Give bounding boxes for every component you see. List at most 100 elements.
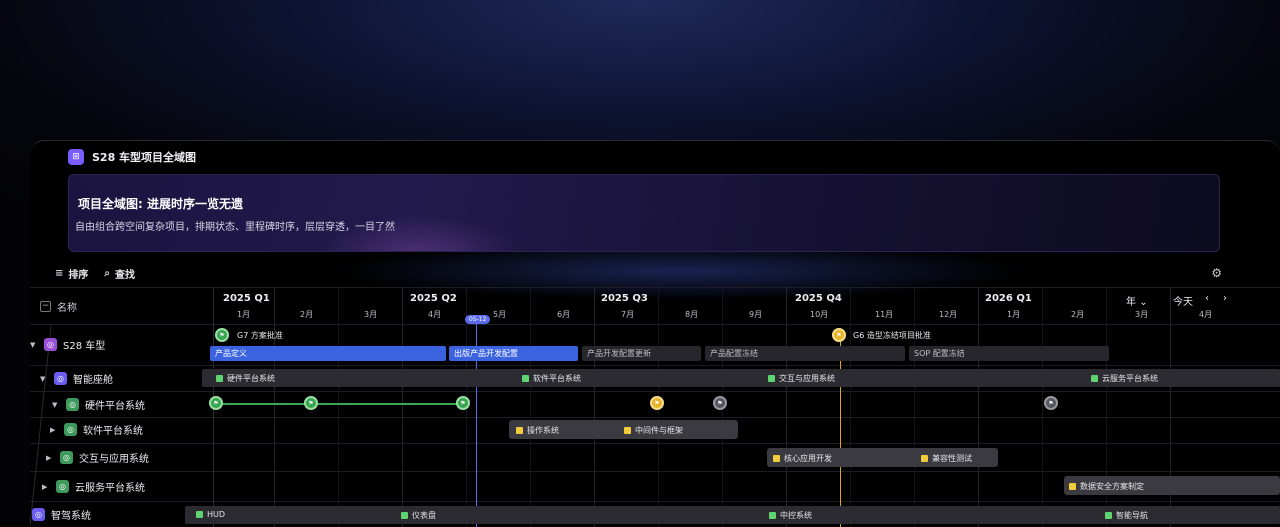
task-bar[interactable]: 出版产品开发配置 <box>449 346 578 361</box>
summary-chip[interactable]: 云服务平台系统 <box>1091 373 1158 384</box>
grid-line <box>530 287 531 527</box>
task-chip[interactable]: 核心应用开发 <box>773 453 832 464</box>
tree-node-adas[interactable]: ▼ ◎ 智驾系统 <box>30 507 91 522</box>
flag-icon[interactable]: ⚑ <box>832 328 846 342</box>
task-bar[interactable]: 产品开发配置更新 <box>582 346 701 361</box>
chip-label: 中间件与框架 <box>635 426 683 435</box>
task-bar[interactable]: 产品配置冻结 <box>705 346 905 361</box>
tree-node-interaction[interactable]: ▶ ◎ 交互与应用系统 <box>46 450 149 465</box>
search-icon: ⌕ <box>104 268 110 279</box>
grid-line <box>30 324 1280 325</box>
summary-chip[interactable]: 中控系统 <box>769 510 812 521</box>
caret-right-icon[interactable]: ▶ <box>46 454 54 462</box>
grid-line <box>402 287 403 527</box>
tree-node-hardware[interactable]: ▼ ◎ 硬件平台系统 <box>52 397 145 412</box>
grid-line <box>30 287 1280 288</box>
month-label: 5月 <box>493 310 507 319</box>
quarter-label: 2025 Q1 <box>223 293 270 304</box>
tree-node-s28[interactable]: ▼ ◎ S28 车型 <box>30 337 105 352</box>
month-label: 7月 <box>621 310 635 319</box>
summary-chip[interactable]: 硬件平台系统 <box>216 373 275 384</box>
milestone-label: G7 方案批准 <box>237 331 283 340</box>
grid-line <box>30 443 1280 444</box>
project-icon: ◎ <box>66 398 79 411</box>
status-square <box>516 427 523 434</box>
chip-label: 智能导航 <box>1116 511 1148 520</box>
quarter-label: 2026 Q1 <box>985 293 1032 304</box>
summary-chip[interactable]: 软件平台系统 <box>522 373 581 384</box>
project-view-panel: ⊞ S28 车型项目全域图 项目全域图: 进展时序一览无遗 自由组合跨空间复杂项… <box>30 140 1280 527</box>
project-icon: ◎ <box>56 480 69 493</box>
toolbar: ≡ 排序 ⌕ 查找 <box>55 266 135 281</box>
chip-label: 软件平台系统 <box>533 374 581 383</box>
search-label: 查找 <box>115 270 135 281</box>
sort-button[interactable]: ≡ 排序 <box>55 266 88 281</box>
chevron-left-icon[interactable]: ‹ <box>1205 293 1209 304</box>
summary-chip[interactable]: HUD <box>196 510 225 519</box>
task-bar[interactable]: SOP 配置冻结 <box>909 346 1109 361</box>
flag-icon[interactable]: ⚑ <box>304 396 318 410</box>
month-label: 1月 <box>1007 310 1021 319</box>
quarter-label: 2025 Q4 <box>795 293 842 304</box>
chip-label: 中控系统 <box>780 511 812 520</box>
flag-icon[interactable]: ⚑ <box>209 396 223 410</box>
window-title: S28 车型项目全域图 <box>92 151 197 164</box>
tree-header-label: 名称 <box>57 303 77 314</box>
grid-line <box>850 287 851 527</box>
search-button[interactable]: ⌕ 查找 <box>104 266 135 281</box>
task-chip[interactable]: 中间件与框架 <box>624 425 683 436</box>
caret-down-icon[interactable]: ▼ <box>30 341 38 349</box>
summary-chip[interactable]: 智能导航 <box>1105 510 1148 521</box>
caret-right-icon[interactable]: ▶ <box>42 483 50 491</box>
summary-chip[interactable]: 交互与应用系统 <box>768 373 835 384</box>
flag-icon[interactable]: ⚑ <box>1044 396 1058 410</box>
scale-select[interactable]: 年 ⌄ <box>1126 293 1148 308</box>
collapse-all-icon[interactable]: − <box>40 301 51 312</box>
sliders-icon[interactable]: ⚙ <box>1211 266 1222 280</box>
banner-description: 自由组合跨空间复杂项目，排期状态、里程碑时序，层层穿透，一目了然 <box>75 222 395 233</box>
today-marker: 05-12 <box>465 315 491 324</box>
summary-chip[interactable]: 仪表盘 <box>401 510 436 521</box>
task-bar[interactable]: 产品定义 <box>210 346 446 361</box>
grid-line <box>786 287 787 527</box>
grid-line <box>274 287 275 527</box>
chip-label: 云服务平台系统 <box>1102 374 1158 383</box>
tree-node-label: S28 车型 <box>63 341 106 352</box>
grid-line <box>30 417 1280 418</box>
caret-down-icon[interactable]: ▼ <box>40 375 48 383</box>
task-chip[interactable]: 操作系统 <box>516 425 559 436</box>
month-label: 12月 <box>939 310 958 319</box>
month-label: 1月 <box>237 310 251 319</box>
milestone-link <box>216 403 464 405</box>
chevron-right-icon[interactable]: › <box>1223 293 1227 304</box>
chip-label: HUD <box>207 510 226 519</box>
task-chip[interactable]: 兼容性测试 <box>921 453 972 464</box>
month-label: 3月 <box>364 310 378 319</box>
banner-heading: 项目全域图: 进展时序一览无遗 <box>78 197 243 211</box>
flag-icon[interactable]: ⚑ <box>650 396 664 410</box>
tree-node-software[interactable]: ▶ ◎ 软件平台系统 <box>50 422 143 437</box>
project-icon: ◎ <box>60 451 73 464</box>
month-label: 4月 <box>428 310 442 319</box>
status-square <box>196 511 203 518</box>
tree-node-cockpit[interactable]: ▼ ◎ 智能座舱 <box>40 371 113 386</box>
status-square <box>768 375 775 382</box>
grid-line <box>30 471 1280 472</box>
month-label: 8月 <box>685 310 699 319</box>
project-icon: ◎ <box>32 508 45 521</box>
tree-node-label: 智驾系统 <box>51 511 91 522</box>
caret-down-icon[interactable]: ▼ <box>52 401 60 409</box>
month-label: 9月 <box>749 310 763 319</box>
flag-icon[interactable]: ⚑ <box>713 396 727 410</box>
tree-node-label: 硬件平台系统 <box>85 401 145 412</box>
month-label: 10月 <box>810 310 829 319</box>
caret-right-icon[interactable]: ▶ <box>50 426 58 434</box>
task-chip[interactable]: 数据安全方案制定 <box>1069 481 1144 492</box>
flag-icon[interactable]: ⚑ <box>215 328 229 342</box>
sort-icon: ≡ <box>55 268 64 279</box>
today-button[interactable]: 今天 <box>1173 293 1193 308</box>
chip-label: 核心应用开发 <box>784 454 832 463</box>
flag-icon[interactable]: ⚑ <box>456 396 470 410</box>
tree-node-cloud[interactable]: ▶ ◎ 云服务平台系统 <box>42 479 145 494</box>
grid-line <box>914 287 915 527</box>
